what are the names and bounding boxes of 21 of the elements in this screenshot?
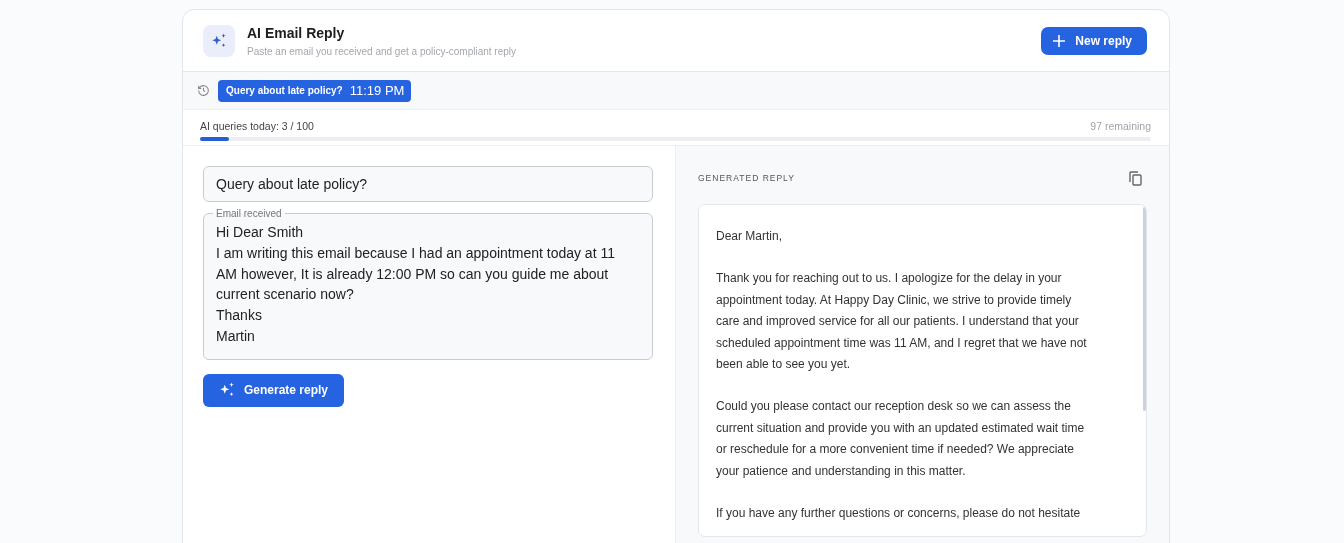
app-title: AI Email Reply (247, 24, 346, 41)
history-chip[interactable]: Query about late policy? 11:19 PM (218, 79, 412, 102)
plus-icon (1053, 34, 1066, 47)
subject-field[interactable]: Query about late policy? (203, 166, 653, 202)
email-field[interactable]: Email received Hi Dear Smith I am writing this email because I had an appointment today at 11 AM however, It is already 12:00 PM so can you guide me about current scenario now? Thanks Martin (203, 208, 653, 360)
usage-label: AI queries today: 3 / 100 (200, 120, 314, 132)
copy-icon[interactable] (1129, 170, 1142, 186)
history-icon (197, 84, 210, 97)
scrollbar-thumb[interactable] (1143, 207, 1146, 411)
new-reply-button[interactable]: New reply (1041, 26, 1147, 55)
reply-paragraph: If you have any further questions or concerns, please do not hesitate (716, 505, 1082, 523)
email-text: Hi Dear Smith I am writing this email because I had an appointment today at 11 AM however, It is already 12:00 PM so can you guide me about current scenario now? Thanks Martin (216, 223, 616, 346)
reply-paragraph: Dear Martin, (716, 228, 784, 245)
reply-paragraph: Thank you for reaching out to us. I apologize for the delay in your appointment today. At Happy Day Clinic, we strive to provide timely care and improved service for all our patients. I understand that your scheduled appointment time was 11 AM, and I regret that we have not been able to see you yet. (716, 270, 1088, 374)
remaining-count: 97 remaining (1090, 120, 1151, 132)
reply-paragraph: Could you please contact our reception desk so we can assess the current situation and provide you with an updated estimated wait time or reschedule for a more convenient time if needed? We appreciate your patience and understanding in this matter. (716, 398, 1086, 480)
sparkle-icon (210, 31, 228, 50)
generate-reply-button[interactable]: Generate reply (203, 373, 345, 407)
section-heading: GENERATED REPLY (698, 173, 795, 183)
app-subtitle: Paste an email you received and get a policy-compliant reply (247, 45, 517, 57)
email-field-label: Email received (215, 208, 283, 219)
